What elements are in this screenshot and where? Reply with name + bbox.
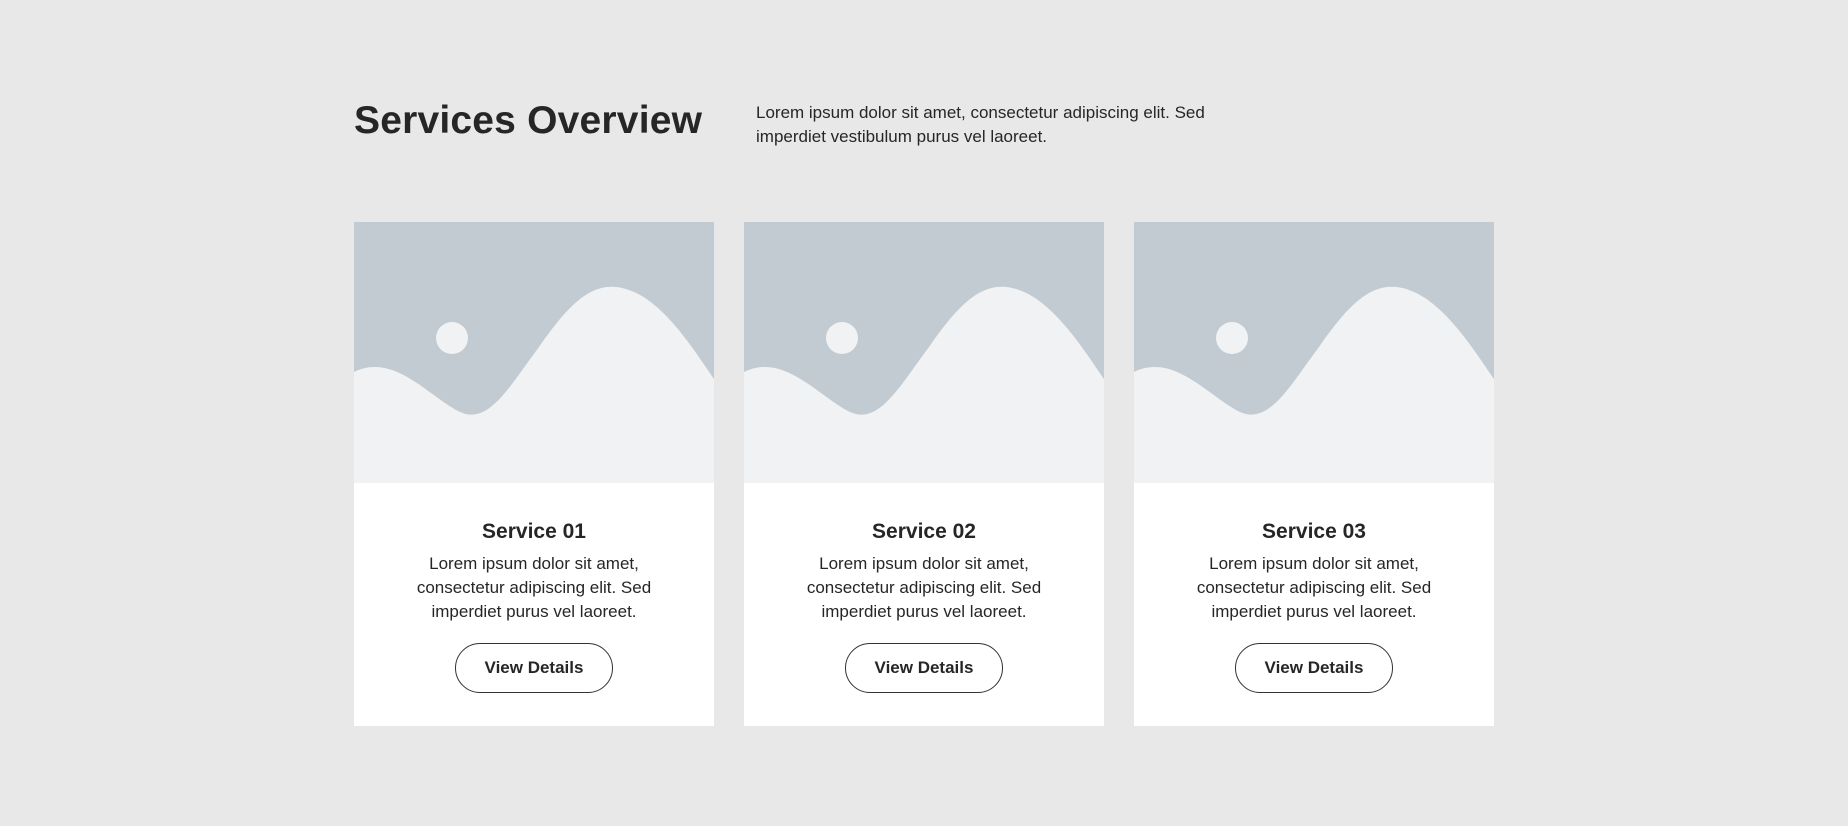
card-body: Service 02 Lorem ipsum dolor sit amet, c… bbox=[744, 483, 1104, 693]
card-body: Service 01 Lorem ipsum dolor sit amet, c… bbox=[354, 483, 714, 693]
placeholder-sun bbox=[436, 322, 468, 354]
section-header: Services Overview Lorem ipsum dolor sit … bbox=[354, 96, 1494, 149]
image-placeholder-icon bbox=[1134, 222, 1494, 483]
page-title: Services Overview bbox=[354, 99, 703, 142]
card-title: Service 03 bbox=[1262, 520, 1366, 543]
card-text: Lorem ipsum dolor sit amet, consectetur … bbox=[806, 554, 1042, 621]
image-placeholder-icon bbox=[354, 222, 714, 483]
placeholder-sun bbox=[1216, 322, 1248, 354]
placeholder-sun bbox=[826, 322, 858, 354]
view-details-button[interactable]: View Details bbox=[845, 643, 1003, 693]
page-intro: Lorem ipsum dolor sit amet, consectetur … bbox=[756, 103, 1205, 146]
card-body: Service 03 Lorem ipsum dolor sit amet, c… bbox=[1134, 483, 1494, 693]
card-title: Service 02 bbox=[872, 520, 976, 543]
card-title: Service 01 bbox=[482, 520, 586, 543]
service-card-02: Service 02 Lorem ipsum dolor sit amet, c… bbox=[744, 222, 1104, 726]
service-cards: Service 01 Lorem ipsum dolor sit amet, c… bbox=[354, 222, 1494, 726]
card-text: Lorem ipsum dolor sit amet, consectetur … bbox=[1196, 554, 1432, 621]
card-text: Lorem ipsum dolor sit amet, consectetur … bbox=[416, 554, 652, 621]
service-card-03: Service 03 Lorem ipsum dolor sit amet, c… bbox=[1134, 222, 1494, 726]
service-card-01: Service 01 Lorem ipsum dolor sit amet, c… bbox=[354, 222, 714, 726]
view-details-button[interactable]: View Details bbox=[455, 643, 613, 693]
view-details-button[interactable]: View Details bbox=[1235, 643, 1393, 693]
image-placeholder-icon bbox=[744, 222, 1104, 483]
